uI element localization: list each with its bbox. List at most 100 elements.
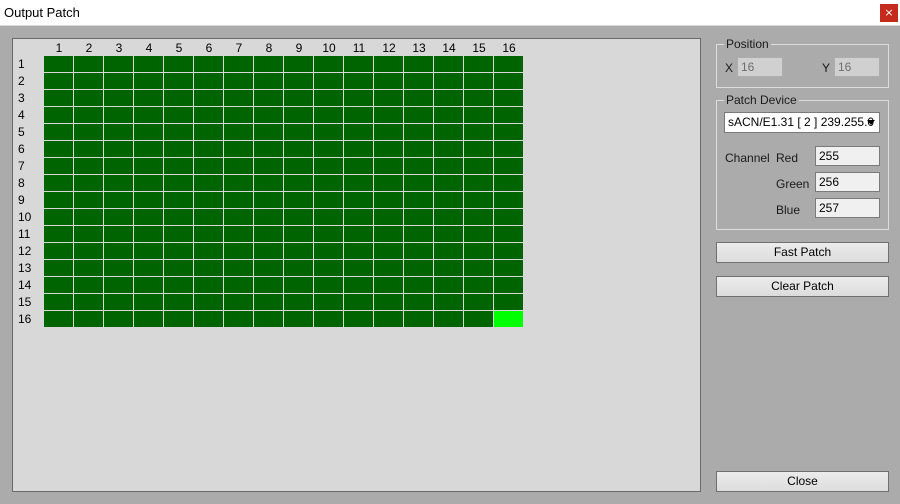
grid-cell[interactable]: [164, 56, 193, 72]
grid-cell[interactable]: [284, 90, 313, 106]
grid-cell[interactable]: [494, 243, 523, 259]
grid-cell[interactable]: [494, 209, 523, 225]
grid-cell[interactable]: [344, 158, 373, 174]
grid-cell[interactable]: [224, 209, 253, 225]
grid-cell[interactable]: [104, 226, 133, 242]
grid-cell[interactable]: [134, 294, 163, 310]
grid-cell[interactable]: [434, 73, 463, 89]
grid-cell[interactable]: [104, 260, 133, 276]
grid-cell[interactable]: [74, 311, 103, 327]
grid-cell[interactable]: [164, 175, 193, 191]
grid-cell[interactable]: [134, 56, 163, 72]
grid-cell[interactable]: [284, 243, 313, 259]
grid-cell[interactable]: [434, 226, 463, 242]
grid-cell[interactable]: [434, 56, 463, 72]
grid-cell[interactable]: [44, 175, 73, 191]
grid-cell[interactable]: [284, 226, 313, 242]
grid-cell[interactable]: [164, 243, 193, 259]
grid-cell[interactable]: [344, 192, 373, 208]
grid-cell[interactable]: [284, 311, 313, 327]
grid-cell[interactable]: [284, 175, 313, 191]
grid-cell[interactable]: [224, 107, 253, 123]
grid-cell[interactable]: [284, 294, 313, 310]
grid-cell[interactable]: [344, 73, 373, 89]
grid-cell[interactable]: [74, 226, 103, 242]
grid-cell[interactable]: [284, 260, 313, 276]
grid-cell[interactable]: [134, 192, 163, 208]
grid-cell[interactable]: [374, 175, 403, 191]
grid-cell[interactable]: [104, 209, 133, 225]
grid-cell[interactable]: [344, 277, 373, 293]
grid-cell[interactable]: [494, 141, 523, 157]
grid-cell[interactable]: [344, 243, 373, 259]
grid-cell[interactable]: [494, 277, 523, 293]
grid-cell[interactable]: [164, 209, 193, 225]
grid-cell[interactable]: [404, 311, 433, 327]
grid-cell[interactable]: [464, 294, 493, 310]
grid-cell[interactable]: [134, 243, 163, 259]
grid-cell[interactable]: [134, 158, 163, 174]
grid-cell[interactable]: [404, 107, 433, 123]
grid-cell[interactable]: [194, 294, 223, 310]
grid-cell[interactable]: [74, 73, 103, 89]
grid-cell[interactable]: [254, 209, 283, 225]
grid-cell[interactable]: [134, 141, 163, 157]
grid-cell[interactable]: [404, 73, 433, 89]
grid-cell[interactable]: [134, 175, 163, 191]
grid-cell[interactable]: [374, 277, 403, 293]
grid-cell[interactable]: [494, 294, 523, 310]
grid-cell[interactable]: [374, 56, 403, 72]
grid-cell[interactable]: [344, 141, 373, 157]
grid-cell[interactable]: [194, 141, 223, 157]
grid-cell[interactable]: [494, 192, 523, 208]
grid-cell[interactable]: [494, 107, 523, 123]
grid-cell[interactable]: [434, 311, 463, 327]
grid-cell[interactable]: [44, 209, 73, 225]
grid-cell[interactable]: [164, 277, 193, 293]
clear-patch-button[interactable]: Clear Patch: [716, 276, 889, 297]
grid-cell[interactable]: [164, 192, 193, 208]
grid-cell[interactable]: [254, 192, 283, 208]
grid-cell[interactable]: [314, 56, 343, 72]
grid-cell[interactable]: [464, 209, 493, 225]
grid-cell[interactable]: [254, 260, 283, 276]
grid-cell[interactable]: [74, 294, 103, 310]
grid-cell[interactable]: [74, 158, 103, 174]
grid-cell[interactable]: [284, 141, 313, 157]
grid-cell[interactable]: [404, 175, 433, 191]
grid-cell[interactable]: [344, 209, 373, 225]
grid-cell[interactable]: [224, 158, 253, 174]
grid-cell[interactable]: [464, 243, 493, 259]
grid-cell[interactable]: [104, 56, 133, 72]
grid-cell[interactable]: [404, 124, 433, 140]
grid-cell[interactable]: [224, 141, 253, 157]
grid-cell[interactable]: [224, 73, 253, 89]
grid-cell[interactable]: [404, 209, 433, 225]
grid-cell[interactable]: [104, 90, 133, 106]
grid-cell[interactable]: [224, 192, 253, 208]
grid-cell[interactable]: [494, 175, 523, 191]
blue-channel-field[interactable]: 257: [815, 198, 880, 218]
grid-cell[interactable]: [44, 107, 73, 123]
grid-cell[interactable]: [434, 107, 463, 123]
grid-cell[interactable]: [104, 107, 133, 123]
grid-cell[interactable]: [254, 141, 283, 157]
patch-device-select[interactable]: sACN/E1.31 [ 2 ] 239.255.0: [724, 112, 880, 133]
grid-cell[interactable]: [344, 175, 373, 191]
grid-cell[interactable]: [254, 90, 283, 106]
grid-cell[interactable]: [284, 158, 313, 174]
grid-cell[interactable]: [344, 124, 373, 140]
grid-cell[interactable]: [224, 311, 253, 327]
grid-cell[interactable]: [194, 56, 223, 72]
grid-cell[interactable]: [284, 124, 313, 140]
grid-cell[interactable]: [44, 56, 73, 72]
grid-cell[interactable]: [464, 192, 493, 208]
grid-cell[interactable]: [374, 73, 403, 89]
grid-cell[interactable]: [74, 260, 103, 276]
grid-cell[interactable]: [74, 192, 103, 208]
grid-cell[interactable]: [254, 124, 283, 140]
grid-cell[interactable]: [344, 260, 373, 276]
grid-cell[interactable]: [164, 158, 193, 174]
grid-cell[interactable]: [404, 158, 433, 174]
grid-cell[interactable]: [374, 243, 403, 259]
